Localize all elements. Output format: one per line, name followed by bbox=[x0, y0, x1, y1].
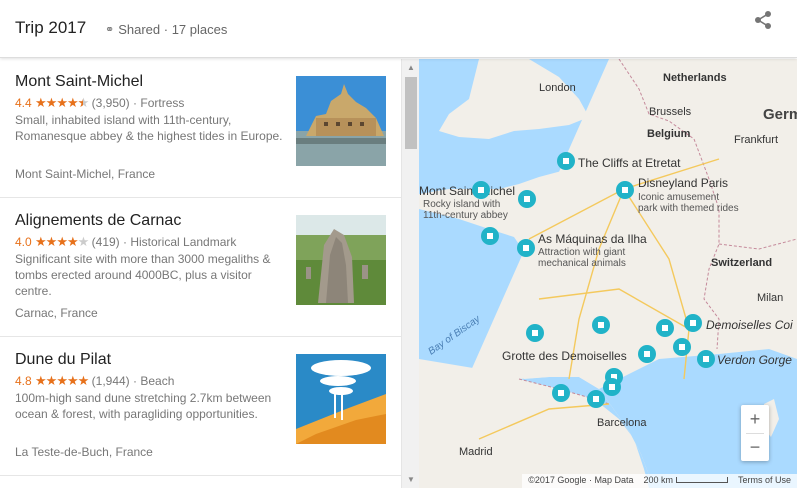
map-pin[interactable] bbox=[684, 314, 702, 332]
shared-info: ⚭ Shared · 17 places bbox=[105, 22, 227, 37]
map-place-msm-desc: Rocky island with bbox=[423, 199, 500, 210]
place-photo[interactable] bbox=[296, 76, 386, 166]
map-pin[interactable] bbox=[517, 239, 535, 257]
rating-stars: ★★★★★ bbox=[35, 373, 89, 388]
map-label-barcelona: Barcelona bbox=[597, 417, 647, 429]
map-pin[interactable] bbox=[616, 181, 634, 199]
list-scrollbar[interactable]: ▲ ▼ bbox=[401, 59, 419, 488]
place-category: · Beach bbox=[133, 374, 175, 388]
map-place-machines[interactable]: As Máquinas da Ilha bbox=[538, 232, 647, 246]
place-photo[interactable] bbox=[296, 215, 386, 305]
rating-stars: ★★★★★★ bbox=[35, 95, 89, 110]
review-count: (1,944) bbox=[91, 374, 130, 388]
place-photo[interactable] bbox=[296, 354, 386, 444]
map-place-msm-desc2: 11th-century abbey bbox=[423, 210, 508, 221]
place-name[interactable]: Alignements de Carnac bbox=[15, 212, 181, 230]
place-rating: 4.8 ★★★★★ (1,944) · Beach bbox=[15, 373, 174, 389]
place-item-dune-du-pilat[interactable]: Dune du Pilat 4.8 ★★★★★ (1,944) · Beach … bbox=[0, 337, 401, 476]
map-pin[interactable] bbox=[638, 345, 656, 363]
map-pin[interactable] bbox=[518, 190, 536, 208]
map-pin[interactable] bbox=[552, 384, 570, 402]
map-pin[interactable] bbox=[526, 324, 544, 342]
scroll-thumb[interactable] bbox=[405, 77, 417, 149]
zoom-out-button[interactable]: − bbox=[741, 433, 769, 461]
map-pin[interactable] bbox=[481, 227, 499, 245]
place-name[interactable]: Mont Saint-Michel bbox=[15, 73, 143, 91]
place-rating: 4.0 ★★★★★ (419) · Historical Landmark bbox=[15, 234, 236, 250]
map-label-switzerland: Switzerland bbox=[711, 257, 772, 269]
map-place-verdon[interactable]: Verdon Gorge bbox=[717, 353, 792, 367]
terms-link[interactable]: Terms of Use bbox=[738, 475, 791, 487]
rating-score: 4.0 bbox=[15, 235, 32, 249]
place-item-carnac[interactable]: Alignements de Carnac 4.0 ★★★★★ (419) · … bbox=[0, 198, 401, 337]
map-label-brussels: Brussels bbox=[649, 106, 692, 118]
scale-bar bbox=[675, 477, 728, 483]
map-label-madrid: Madrid bbox=[459, 446, 493, 458]
map-pin[interactable] bbox=[557, 152, 575, 170]
scroll-up-arrow-icon[interactable]: ▲ bbox=[407, 63, 415, 72]
scale-label: 200 km bbox=[643, 475, 673, 485]
place-location: La Teste-de-Buch, France bbox=[15, 445, 153, 459]
map-place-machines-desc2: mechanical animals bbox=[538, 258, 626, 269]
place-item-mont-saint-michel[interactable]: Mont Saint-Michel 4.4 ★★★★★★ (3,950) · F… bbox=[0, 59, 401, 198]
share-icon[interactable] bbox=[753, 10, 773, 30]
map-label-belgium: Belgium bbox=[647, 128, 691, 140]
zoom-control[interactable]: + − bbox=[741, 405, 769, 461]
link-icon: ⚭ bbox=[105, 24, 115, 36]
place-item-partial[interactable] bbox=[0, 476, 401, 488]
map-label-germany: Germ bbox=[763, 106, 797, 123]
map-pin[interactable] bbox=[656, 319, 674, 337]
rating-score: 4.4 bbox=[15, 96, 32, 110]
places-list: Mont Saint-Michel 4.4 ★★★★★★ (3,950) · F… bbox=[0, 59, 401, 488]
rating-stars: ★★★★★ bbox=[35, 234, 89, 249]
map-scale: 200 km bbox=[643, 475, 728, 487]
map-label-london: London bbox=[539, 82, 576, 94]
zoom-in-button[interactable]: + bbox=[741, 405, 769, 433]
header: Trip 2017 ⚭ Shared · 17 places bbox=[0, 0, 797, 58]
page-title: Trip 2017 bbox=[15, 18, 87, 37]
map-place-disney[interactable]: Disneyland Paris bbox=[638, 176, 728, 190]
map-label-frankfurt: Frankfurt bbox=[734, 134, 778, 146]
place-rating: 4.4 ★★★★★★ (3,950) · Fortress bbox=[15, 95, 184, 111]
place-location: Mont Saint-Michel, France bbox=[15, 167, 156, 181]
map-place-etretat[interactable]: The Cliffs at Etretat bbox=[578, 156, 681, 170]
place-location: Carnac, France bbox=[15, 306, 98, 320]
scroll-down-arrow-icon[interactable]: ▼ bbox=[407, 475, 415, 484]
map-pin[interactable] bbox=[587, 390, 605, 408]
place-category: · Historical Landmark bbox=[123, 235, 237, 249]
map-place-demoiselles[interactable]: Demoiselles Coi bbox=[706, 318, 793, 332]
place-description: Small, inhabited island with 11th-centur… bbox=[15, 113, 283, 143]
map-place-disney-desc2: park with themed rides bbox=[638, 203, 739, 214]
map-pin[interactable] bbox=[673, 338, 691, 356]
map-place-msm[interactable]: Mont Saint-Michel bbox=[419, 184, 515, 198]
map-copyright[interactable]: ©2017 Google · Map Data bbox=[528, 475, 633, 487]
map-pin[interactable] bbox=[592, 316, 610, 334]
place-description: 100m-high sand dune stretching 2.7km bet… bbox=[15, 391, 272, 421]
map-attribution: ©2017 Google · Map Data 200 km Terms of … bbox=[522, 474, 797, 488]
map-place-grotte[interactable]: Grotte des Demoiselles bbox=[502, 349, 627, 363]
shared-text: Shared · 17 places bbox=[118, 22, 228, 37]
map-label-milan: Milan bbox=[757, 292, 783, 304]
map-place-disney-desc: Iconic amusement bbox=[638, 192, 719, 203]
zoom-divider bbox=[746, 433, 764, 434]
map-pin[interactable] bbox=[603, 378, 621, 396]
place-name[interactable]: Dune du Pilat bbox=[15, 351, 111, 369]
map-view[interactable]: Netherlands London Brussels Belgium Germ… bbox=[419, 59, 797, 488]
place-description: Significant site with more than 3000 meg… bbox=[15, 252, 271, 298]
map-pin[interactable] bbox=[472, 181, 490, 199]
place-category: · Fortress bbox=[133, 96, 185, 110]
review-count: (419) bbox=[91, 235, 120, 249]
review-count: (3,950) bbox=[91, 96, 130, 110]
map-place-machines-desc: Attraction with giant bbox=[538, 247, 625, 258]
rating-score: 4.8 bbox=[15, 374, 32, 388]
map-pin[interactable] bbox=[697, 350, 715, 368]
map-label-netherlands: Netherlands bbox=[663, 72, 727, 84]
